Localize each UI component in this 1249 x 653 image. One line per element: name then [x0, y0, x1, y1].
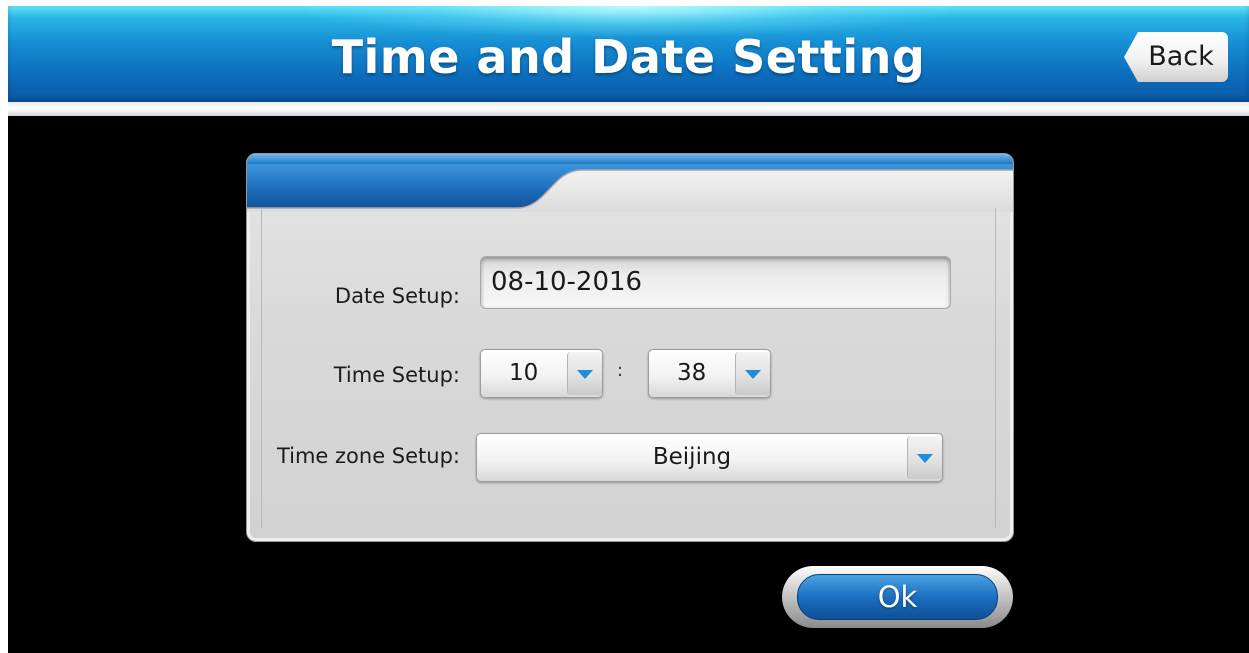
- minute-select[interactable]: 38: [648, 349, 771, 398]
- time-separator: :: [617, 360, 624, 381]
- chevron-down-icon[interactable]: [907, 436, 942, 479]
- panel-inner-border-left: [261, 208, 262, 528]
- chevron-down-icon[interactable]: [567, 352, 602, 395]
- panel-tab-decoration: [247, 164, 1013, 212]
- hour-value: 10: [509, 360, 539, 386]
- timezone-value: Beijing: [652, 444, 732, 470]
- date-setup-label: Date Setup:: [334, 284, 460, 308]
- timezone-setup-label: Time zone Setup:: [276, 444, 460, 468]
- back-button[interactable]: Back: [1124, 32, 1228, 82]
- page-title: Time and Date Setting: [331, 30, 926, 84]
- ok-button-frame: Ok: [782, 566, 1013, 628]
- panel-inner-border-right: [995, 208, 996, 528]
- chevron-down-icon[interactable]: [735, 352, 770, 395]
- hour-select[interactable]: 10: [480, 349, 603, 398]
- screen-edge: [0, 116, 8, 653]
- minute-value: 38: [677, 360, 707, 386]
- settings-panel: [246, 153, 1014, 542]
- time-setup-label: Time Setup:: [333, 363, 460, 387]
- title-bar-divider: [8, 102, 1249, 116]
- timezone-select[interactable]: Beijing: [476, 433, 943, 482]
- header: Time and Date Setting Back: [0, 0, 1249, 116]
- ok-button[interactable]: Ok: [797, 574, 998, 620]
- date-field[interactable]: 08-10-2016: [480, 256, 951, 309]
